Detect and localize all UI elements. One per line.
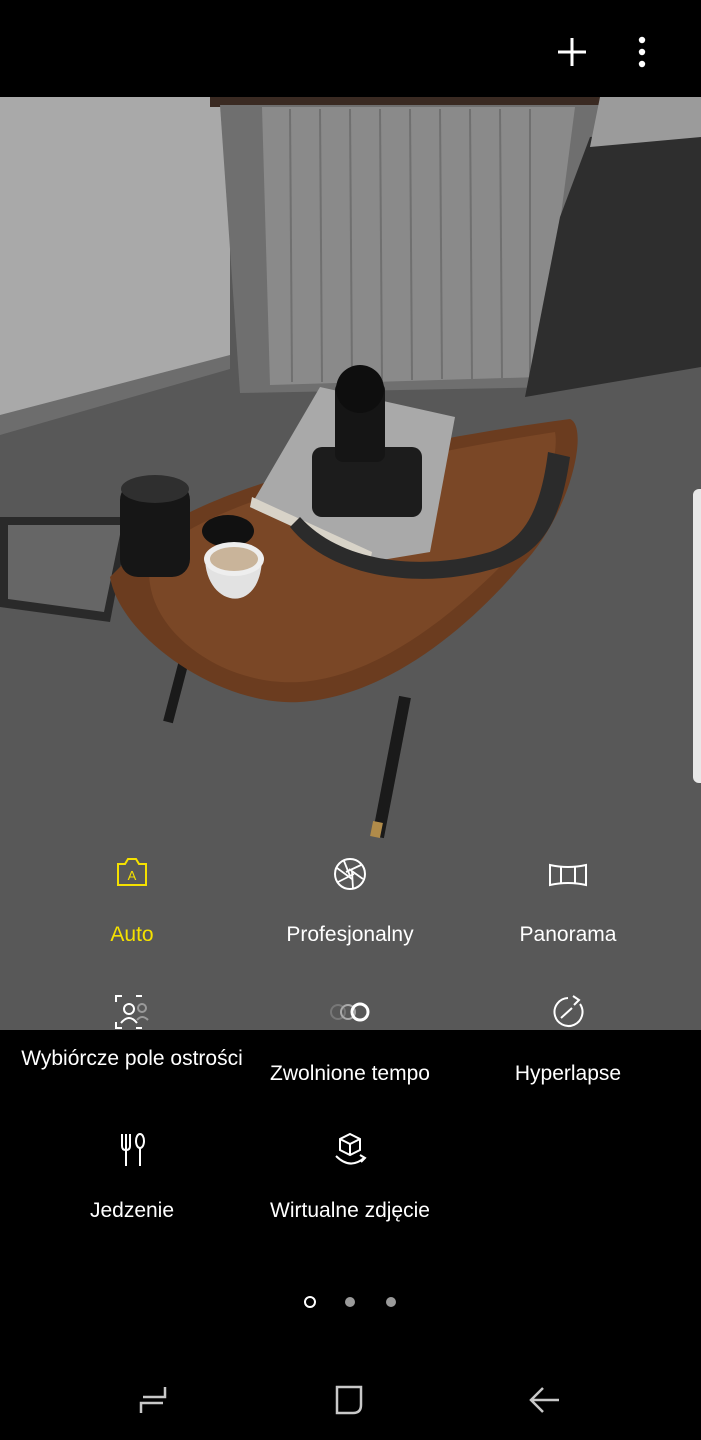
slow-motion-icon — [330, 1002, 370, 1022]
mode-hyperlapse[interactable]: Hyperlapse — [451, 990, 685, 1102]
mode-label: Profesjonalny — [286, 923, 414, 946]
system-navigation-bar — [0, 1360, 701, 1440]
mode-label: Wirtualne zdjęcie — [270, 1199, 430, 1222]
top-bar — [0, 0, 701, 97]
recent-apps-icon[interactable] — [131, 1378, 175, 1422]
mode-auto[interactable]: A Auto — [15, 850, 249, 950]
aperture-icon — [334, 858, 366, 890]
mode-label: Jedzenie — [89, 1199, 175, 1222]
auto-camera-icon: A — [117, 858, 147, 886]
mode-label: Auto — [110, 923, 154, 946]
mode-slow-motion[interactable]: Zwolnione tempo — [233, 990, 467, 1102]
back-icon[interactable] — [523, 1378, 567, 1422]
mode-label: Hyperlapse — [514, 1062, 622, 1085]
svg-text:A: A — [128, 868, 137, 883]
mode-label: Panorama — [519, 923, 617, 946]
selective-focus-icon — [115, 995, 149, 1029]
more-options-button[interactable] — [612, 22, 672, 82]
plus-icon — [558, 38, 586, 66]
panorama-icon — [549, 863, 587, 887]
mode-label: Wybiórcze pole ostrości — [21, 1047, 243, 1070]
mode-label: Zwolnione tempo — [270, 1062, 430, 1085]
virtual-shot-icon — [335, 1132, 367, 1165]
mode-selective-focus[interactable]: Wybiórcze pole ostrości — [15, 990, 249, 1102]
page-dot-current[interactable] — [304, 1296, 316, 1308]
more-vertical-icon — [638, 36, 646, 68]
mode-panorama[interactable]: Panorama — [451, 850, 685, 950]
page-dot[interactable] — [386, 1297, 396, 1307]
page-dot[interactable] — [345, 1297, 355, 1307]
home-icon[interactable] — [327, 1378, 371, 1422]
mode-virtual-shot[interactable]: Wirtualne zdjęcie — [233, 1126, 467, 1226]
food-icon — [121, 1133, 145, 1166]
add-mode-button[interactable] — [542, 22, 602, 82]
hyperlapse-icon — [553, 995, 584, 1027]
edge-panel-handle[interactable] — [693, 489, 701, 783]
mode-food[interactable]: Jedzenie — [15, 1126, 249, 1226]
page-indicator — [0, 1295, 701, 1311]
mode-professional[interactable]: Profesjonalny — [233, 850, 467, 950]
